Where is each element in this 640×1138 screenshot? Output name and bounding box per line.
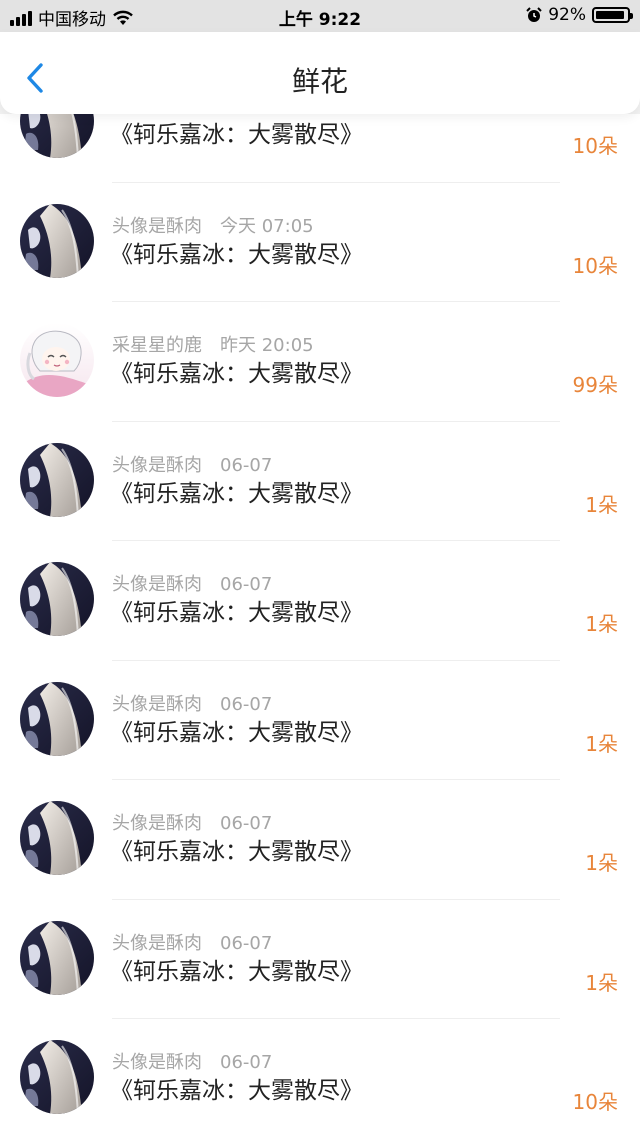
user-avatar[interactable] (20, 203, 94, 278)
flower-count: 1朵 (585, 731, 618, 756)
user-avatar[interactable] (20, 323, 94, 397)
page-title: 鲜花 (291, 65, 348, 98)
flower-count: 1朵 (585, 492, 618, 517)
battery-icon (592, 7, 633, 23)
book-title: 《轲乐嘉冰：大雾散尽》 (110, 241, 363, 268)
gift-time: 06-07 (220, 454, 273, 476)
gift-time: 06-07 (220, 693, 273, 715)
flower-count: 10朵 (572, 134, 618, 158)
flower-count: 1朵 (585, 851, 618, 875)
user-avatar[interactable] (20, 562, 94, 636)
gift-row[interactable]: 采星星的鹿 昨天 20:05 《轲乐嘉冰：大雾散尽》 99朵 (0, 302, 640, 422)
username: 头像是酥肉 (112, 932, 202, 954)
user-avatar[interactable] (20, 920, 94, 995)
gift-time: 昨天 20:05 (220, 335, 314, 356)
book-title: 《轲乐嘉冰：大雾散尽》 (110, 480, 363, 507)
alarm-icon (526, 7, 542, 22)
book-title: 《轲乐嘉冰：大雾散尽》 (110, 361, 363, 387)
flower-count: 10朵 (572, 253, 618, 278)
gift-time: 06-07 (220, 574, 273, 595)
user-avatar[interactable] (20, 1040, 94, 1114)
user-avatar[interactable] (20, 801, 94, 875)
flower-count: 99朵 (572, 373, 618, 397)
gift-row[interactable]: 头像是酥肉今天 07:05 《轲乐嘉冰：大雾散尽》 10朵 (0, 114, 640, 183)
gift-row[interactable]: 头像是酥肉 06-07 《轲乐嘉冰：大雾散尽》 1朵 (0, 541, 640, 661)
gift-row[interactable]: 头像是酥肉 06-07 《轲乐嘉冰：大雾散尽》 1朵 (0, 422, 640, 541)
gift-time: 06-07 (220, 1052, 273, 1073)
flower-count: 1朵 (585, 612, 618, 636)
user-avatar[interactable] (20, 442, 94, 517)
battery-percent: 92% (548, 5, 586, 25)
username: 头像是酥肉 (112, 693, 202, 715)
username: 头像是酥肉 (112, 574, 202, 595)
flower-count: 1朵 (585, 970, 618, 995)
username: 头像是酥肉 (112, 1052, 202, 1073)
username: 头像是酥肉 (112, 454, 202, 476)
nav-header: 鲜花 (0, 32, 640, 114)
gift-time: 今天 07:05 (220, 215, 314, 237)
gift-row[interactable]: 头像是酥肉 06-07 《轲乐嘉冰：大雾散尽》 10朵 (0, 1019, 640, 1138)
book-title: 《轲乐嘉冰：大雾散尽》 (110, 839, 363, 865)
gift-time: 06-07 (220, 813, 273, 834)
flower-gift-list[interactable]: 头像是酥肉今天 07:05 《轲乐嘉冰：大雾散尽》 10朵 头像是酥肉今天 07… (0, 114, 640, 1138)
username: 采星星的鹿 (112, 335, 202, 356)
gift-row[interactable]: 头像是酥肉 06-07 《轲乐嘉冰：大雾散尽》 1朵 (0, 780, 640, 900)
flower-count: 10朵 (572, 1090, 618, 1114)
username: 头像是酥肉 (112, 215, 202, 237)
book-title: 《轲乐嘉冰：大雾散尽》 (110, 122, 363, 148)
gift-time: 06-07 (220, 932, 273, 954)
gift-row[interactable]: 头像是酥肉 06-07 《轲乐嘉冰：大雾散尽》 1朵 (0, 900, 640, 1019)
status-bar: 中国移动 上午 9:22 92% (0, 0, 640, 32)
gift-row[interactable]: 头像是酥肉 06-07 《轲乐嘉冰：大雾散尽》 1朵 (0, 661, 640, 780)
book-title: 《轲乐嘉冰：大雾散尽》 (110, 1078, 363, 1104)
book-title: 《轲乐嘉冰：大雾散尽》 (110, 958, 363, 985)
book-title: 《轲乐嘉冰：大雾散尽》 (110, 719, 363, 746)
gift-row[interactable]: 头像是酥肉今天 07:05 《轲乐嘉冰：大雾散尽》 10朵 (0, 183, 640, 302)
book-title: 《轲乐嘉冰：大雾散尽》 (110, 600, 363, 626)
user-avatar[interactable] (20, 681, 94, 756)
username: 头像是酥肉 (112, 813, 202, 834)
user-avatar[interactable] (20, 114, 94, 158)
